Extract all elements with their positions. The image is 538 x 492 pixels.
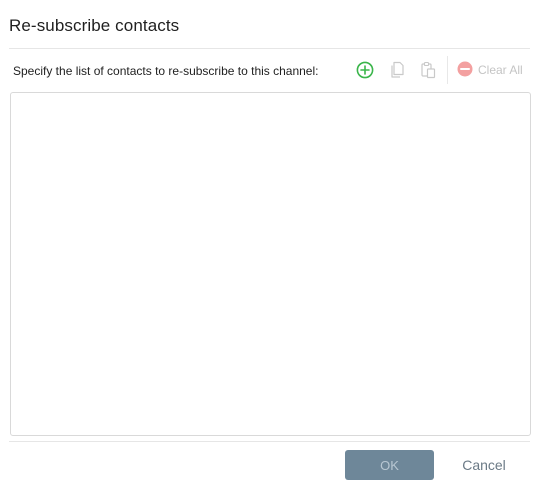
instruction-text: Specify the list of contacts to re-subsc… [13, 64, 319, 78]
title-divider [9, 48, 530, 49]
contacts-toolbar: Specify the list of contacts to re-subsc… [0, 56, 538, 86]
ok-button[interactable]: OK [345, 450, 434, 480]
copy-icon [389, 61, 405, 79]
toolbar-separator [447, 56, 448, 84]
contacts-list[interactable] [10, 92, 531, 436]
clear-all-button[interactable]: Clear All [457, 60, 523, 80]
minus-circle-icon [457, 61, 473, 80]
dialog-title: Re-subscribe contacts [9, 16, 180, 35]
add-contact-button[interactable] [355, 60, 375, 80]
paste-button[interactable] [418, 60, 438, 80]
plus-circle-icon [356, 61, 374, 79]
clear-all-label: Clear All [478, 63, 523, 77]
footer-divider [9, 441, 530, 442]
paste-icon [420, 61, 436, 79]
cancel-button[interactable]: Cancel [452, 450, 516, 480]
re-subscribe-dialog: Re-subscribe contacts Specify the list o… [0, 0, 538, 492]
copy-button[interactable] [387, 60, 407, 80]
